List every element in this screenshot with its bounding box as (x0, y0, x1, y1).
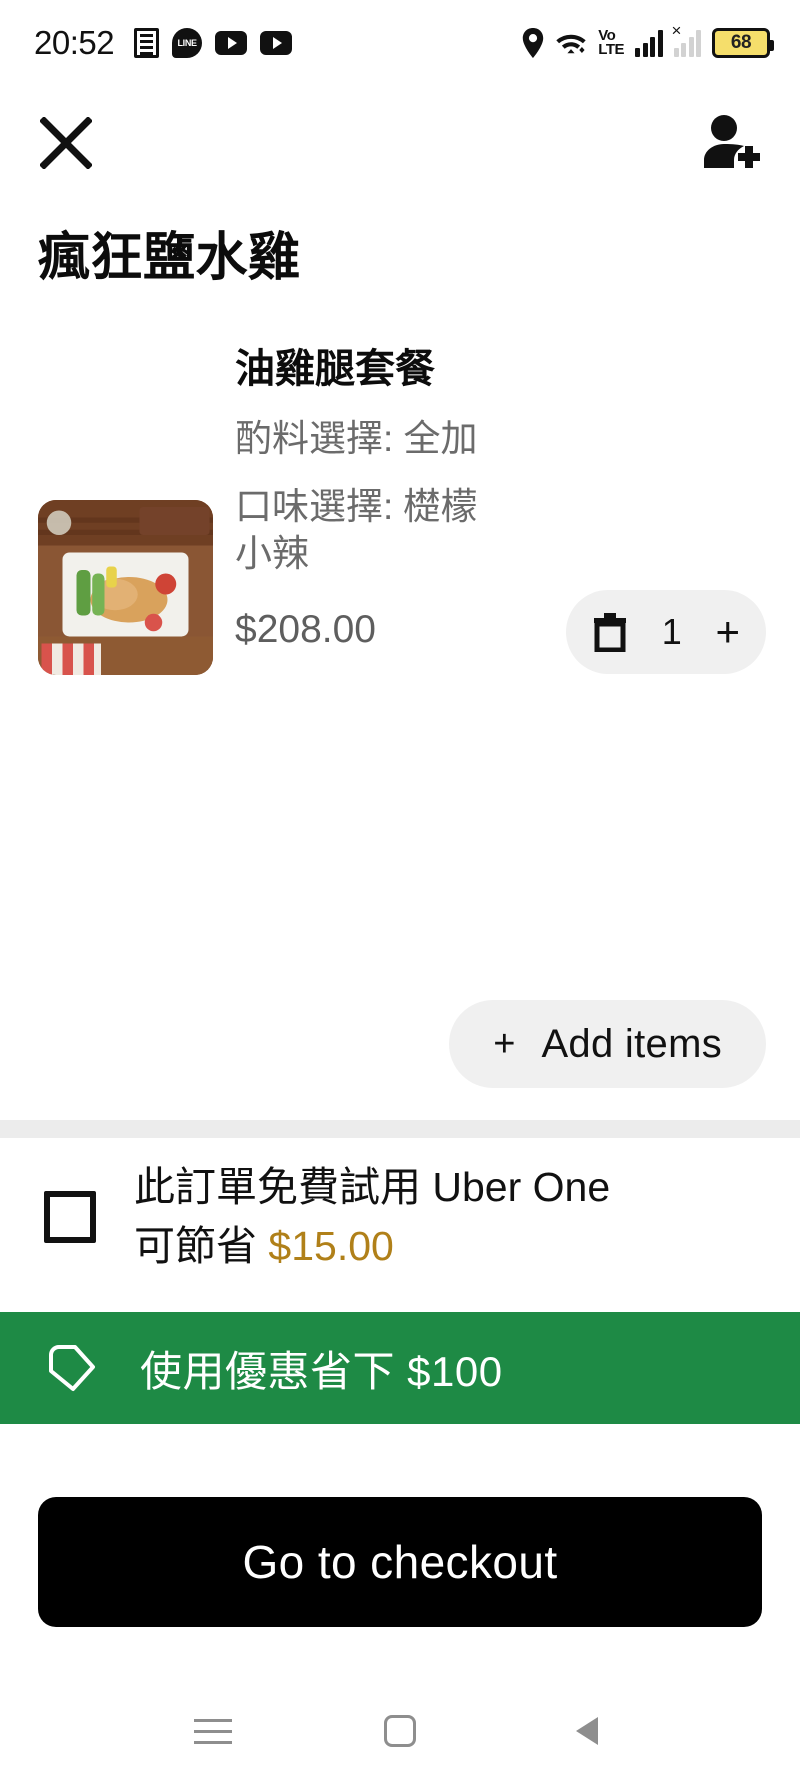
close-icon (40, 117, 92, 169)
item-option-1: 酌料選擇: 全加 (235, 417, 478, 459)
offer-tag-icon (49, 1345, 95, 1391)
go-to-checkout-label: Go to checkout (242, 1536, 558, 1588)
food-photo-thumbnail (38, 500, 213, 675)
battery-percent-label: 68 (730, 32, 752, 53)
app-screen: 20:52 LINE Vo LTE × 68 瘋狂鹽水雞 油雞腿套餐 酌料選擇:… (0, 0, 800, 1786)
status-notification-icons: LINE (134, 28, 293, 58)
quantity-stepper[interactable]: 1 + (566, 590, 766, 674)
cart-item-row: 油雞腿套餐 酌料選擇: 全加 口味選擇: 檚檬小辣 $208.00 1 + (0, 345, 800, 675)
add-items-label: Add items (541, 1021, 722, 1066)
home-icon (383, 1715, 416, 1747)
youtube-app-icon-2 (260, 31, 293, 55)
wifi-icon (556, 34, 586, 54)
promo-banner-label: 使用優惠省下 $100 (140, 1347, 503, 1395)
uber-one-offer-row[interactable]: 此訂單免費試用 Uber One 可節省 $15.00 (0, 1158, 800, 1277)
app-top-bar (0, 86, 800, 200)
status-bar: 20:52 LINE Vo LTE × 68 (0, 0, 800, 86)
item-name: 油雞腿套餐 (235, 347, 435, 391)
status-bar-right: Vo LTE × 68 (522, 22, 774, 58)
back-icon (575, 1717, 598, 1745)
add-person-icon (704, 115, 760, 168)
volte-bottom-label: LTE (598, 41, 624, 58)
close-button[interactable] (38, 115, 94, 171)
line-app-label: LINE (177, 38, 197, 48)
page-title: 瘋狂鹽水雞 (38, 229, 301, 287)
signal-bars-icon (635, 29, 663, 57)
line-app-icon: LINE (172, 28, 203, 58)
item-price: $208.00 (235, 607, 376, 651)
item-thumbnail (38, 500, 213, 675)
item-option-2: 口味選擇: 檚檬小辣 (235, 486, 478, 575)
plus-icon: + (493, 1023, 516, 1065)
news-app-icon (134, 28, 160, 58)
recents-button[interactable] (178, 1696, 248, 1766)
uber-one-offer-text: 此訂單免費試用 Uber One 可節省 $15.00 (134, 1158, 654, 1277)
android-navigation-bar (0, 1676, 800, 1786)
volte-icon: Vo LTE (598, 28, 624, 58)
item-details: 油雞腿套餐 酌料選擇: 全加 口味選擇: 檚檬小辣 $208.00 (213, 345, 560, 652)
youtube-app-icon (215, 31, 248, 55)
recents-icon (194, 1718, 233, 1744)
location-pin-icon (523, 28, 544, 58)
quantity-value: 1 (661, 611, 682, 652)
status-bar-left: 20:52 LINE (34, 24, 293, 62)
signal-bars-inactive-icon: × (672, 22, 701, 57)
back-button[interactable] (552, 1696, 622, 1766)
add-items-button[interactable]: + Add items (449, 1000, 766, 1088)
signal-no-service-x-icon: × (671, 20, 682, 40)
section-divider (0, 1120, 800, 1138)
status-clock: 20:52 (34, 24, 115, 61)
trash-icon[interactable] (592, 612, 628, 652)
home-button[interactable] (365, 1696, 435, 1766)
battery-icon: 68 (712, 28, 774, 58)
promo-banner[interactable]: 使用優惠省下 $100 (0, 1312, 800, 1424)
increase-quantity-button[interactable]: + (715, 611, 740, 653)
uber-one-savings-amount: $15.00 (268, 1223, 394, 1270)
uber-one-checkbox[interactable] (44, 1191, 96, 1244)
add-person-button[interactable] (702, 113, 762, 173)
go-to-checkout-button[interactable]: Go to checkout (38, 1497, 762, 1627)
add-items-row: + Add items (0, 1000, 800, 1088)
